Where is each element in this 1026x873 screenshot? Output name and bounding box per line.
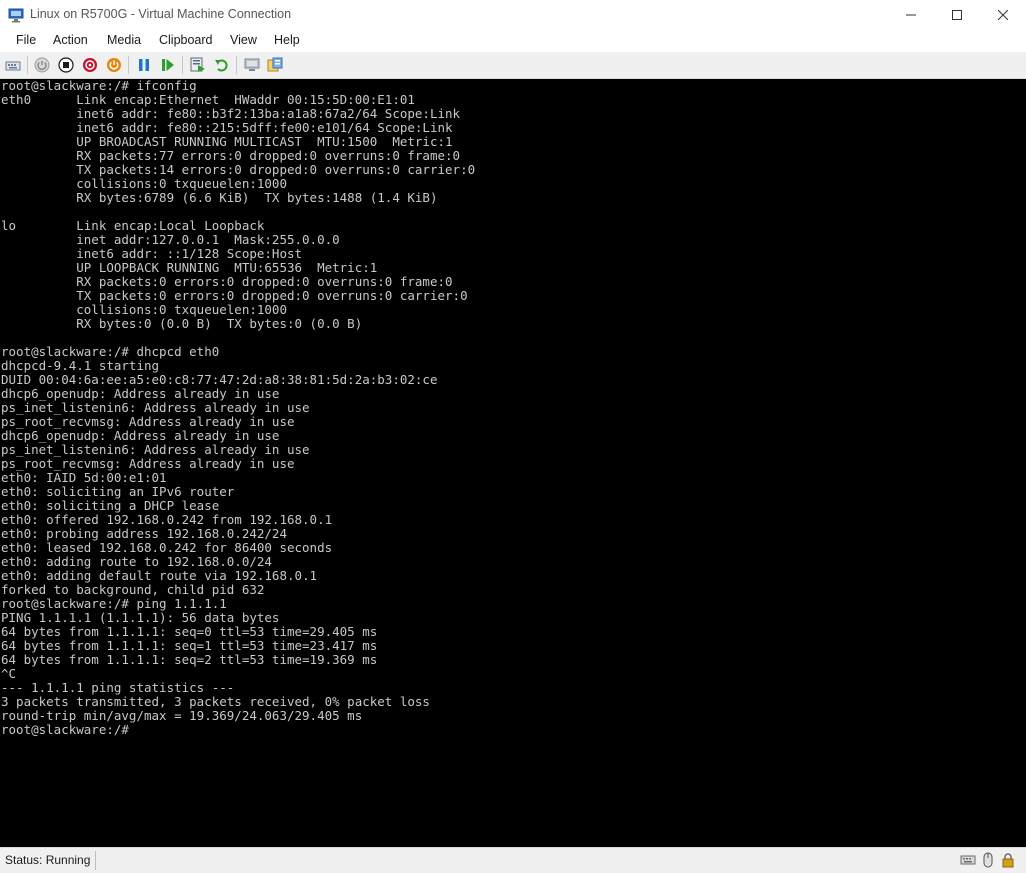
title-bar: Linux on R5700G - Virtual Machine Connec… bbox=[0, 0, 1026, 31]
menu-clipboard[interactable]: Clipboard bbox=[159, 32, 213, 48]
console-line: DUID 00:04:6a:ee:a5:e0:c8:77:47:2d:a8:38… bbox=[1, 372, 438, 387]
status-text: Status: Running bbox=[5, 853, 91, 867]
status-bar: Status: Running bbox=[0, 847, 1026, 873]
mouse-icon bbox=[980, 852, 996, 868]
console-line: round-trip min/avg/max = 19.369/24.063/2… bbox=[1, 708, 363, 723]
console-line: ps_inet_listenin6: Address already in us… bbox=[1, 400, 310, 415]
checkpoint-icon[interactable] bbox=[189, 56, 207, 74]
console-line: TX packets:0 errors:0 dropped:0 overruns… bbox=[1, 288, 468, 303]
console-line: dhcpcd-9.4.1 starting bbox=[1, 358, 160, 373]
share-icon[interactable] bbox=[266, 56, 284, 74]
menu-help[interactable]: Help bbox=[274, 32, 300, 48]
menu-media[interactable]: Media bbox=[107, 32, 141, 48]
console-line: eth0 Link encap:Ethernet HWaddr 00:15:5D… bbox=[1, 92, 415, 107]
console-line: UP BROADCAST RUNNING MULTICAST MTU:1500 … bbox=[1, 134, 453, 149]
console-line: UP LOOPBACK RUNNING MTU:65536 Metric:1 bbox=[1, 260, 378, 275]
power-icon[interactable] bbox=[105, 56, 123, 74]
console-line: ps_root_recvmsg: Address already in use bbox=[1, 414, 295, 429]
toolbar-separator bbox=[182, 56, 183, 74]
resume-icon[interactable] bbox=[159, 56, 177, 74]
window-title: Linux on R5700G - Virtual Machine Connec… bbox=[30, 7, 292, 21]
console-line: dhcp6_openudp: Address already in use bbox=[1, 386, 280, 401]
console-line: inet6 addr: fe80::b3f2:13ba:a1a8:67a2/64… bbox=[1, 106, 461, 121]
console-line: eth0: offered 192.168.0.242 from 192.168… bbox=[1, 512, 333, 527]
keyboard-icon bbox=[960, 852, 976, 868]
console-line: inet6 addr: fe80::215:5dff:fe00:e101/64 … bbox=[1, 120, 453, 135]
console-line: ps_inet_listenin6: Address already in us… bbox=[1, 442, 310, 457]
close-button[interactable] bbox=[980, 0, 1026, 30]
console-line: eth0: adding default route via 192.168.0… bbox=[1, 568, 318, 583]
console-line: 64 bytes from 1.1.1.1: seq=2 ttl=53 time… bbox=[1, 652, 378, 667]
console-line: RX bytes:6789 (6.6 KiB) TX bytes:1488 (1… bbox=[1, 190, 438, 205]
console-line: 64 bytes from 1.1.1.1: seq=0 ttl=53 time… bbox=[1, 624, 378, 639]
pause-icon[interactable] bbox=[135, 56, 153, 74]
menu-file[interactable]: File bbox=[16, 32, 36, 48]
lock-icon bbox=[1000, 852, 1016, 868]
console-line: collisions:0 txqueuelen:1000 bbox=[1, 176, 287, 191]
status-divider bbox=[95, 851, 96, 870]
start-icon[interactable] bbox=[33, 56, 51, 74]
close-icon bbox=[998, 10, 1008, 20]
console-line: root@slackware:/# ping 1.1.1.1 bbox=[1, 596, 227, 611]
console-line: eth0: IAID 5d:00:e1:01 bbox=[1, 470, 167, 485]
turn-off-icon[interactable] bbox=[57, 56, 75, 74]
enhanced-session-icon[interactable] bbox=[243, 56, 261, 74]
vm-connection-icon bbox=[8, 7, 24, 23]
shut-down-icon[interactable] bbox=[81, 56, 99, 74]
minimize-button[interactable] bbox=[888, 0, 934, 30]
console-line: 64 bytes from 1.1.1.1: seq=1 ttl=53 time… bbox=[1, 638, 378, 653]
console-line: dhcp6_openudp: Address already in use bbox=[1, 428, 280, 443]
console-line: root@slackware:/# bbox=[1, 722, 129, 737]
console-line: collisions:0 txqueuelen:1000 bbox=[1, 302, 287, 317]
console-line: 3 packets transmitted, 3 packets receive… bbox=[1, 694, 430, 709]
console-line: ps_root_recvmsg: Address already in use bbox=[1, 456, 295, 471]
console-line: RX packets:77 errors:0 dropped:0 overrun… bbox=[1, 148, 461, 163]
maximize-button[interactable] bbox=[934, 0, 980, 30]
console-line: eth0: soliciting a DHCP lease bbox=[1, 498, 220, 513]
console-line: eth0: leased 192.168.0.242 for 86400 sec… bbox=[1, 540, 333, 555]
ctrl-alt-del-icon[interactable] bbox=[4, 56, 22, 74]
toolbar-separator bbox=[236, 56, 237, 74]
toolbar bbox=[0, 52, 1026, 79]
console-line: RX packets:0 errors:0 dropped:0 overruns… bbox=[1, 274, 453, 289]
console-line: lo Link encap:Local Loopback bbox=[1, 218, 265, 233]
vm-screen[interactable]: root@slackware:/# ifconfig eth0 Link enca… bbox=[0, 79, 1026, 847]
console-line: inet addr:127.0.0.1 Mask:255.0.0.0 bbox=[1, 232, 340, 247]
console-line: eth0: probing address 192.168.0.242/24 bbox=[1, 526, 287, 541]
console-line: ^C bbox=[1, 666, 17, 681]
console-line: eth0: adding route to 192.168.0.0/24 bbox=[1, 554, 272, 569]
maximize-icon bbox=[952, 10, 962, 20]
console-output: root@slackware:/# ifconfig eth0 Link enca… bbox=[0, 79, 1026, 737]
menu-view[interactable]: View bbox=[230, 32, 257, 48]
console-line: eth0: soliciting an IPv6 router bbox=[1, 484, 235, 499]
menu-action[interactable]: Action bbox=[53, 32, 88, 48]
console-line: RX bytes:0 (0.0 B) TX bytes:0 (0.0 B) bbox=[1, 316, 363, 331]
console-line: forked to background, child pid 632 bbox=[1, 582, 265, 597]
toolbar-separator bbox=[128, 56, 129, 74]
toolbar-separator bbox=[27, 56, 28, 74]
console-line: inet6 addr: ::1/128 Scope:Host bbox=[1, 246, 303, 261]
console-line: --- 1.1.1.1 ping statistics --- bbox=[1, 680, 235, 695]
menu-bar: File Action Media Clipboard View Help bbox=[0, 30, 1026, 52]
console-line: root@slackware:/# dhcpcd eth0 bbox=[1, 344, 220, 359]
console-line: PING 1.1.1.1 (1.1.1.1): 56 data bytes bbox=[1, 610, 280, 625]
minimize-icon bbox=[906, 14, 916, 16]
console-line: root@slackware:/# ifconfig bbox=[1, 79, 197, 93]
revert-icon[interactable] bbox=[213, 56, 231, 74]
console-line: TX packets:14 errors:0 dropped:0 overrun… bbox=[1, 162, 476, 177]
